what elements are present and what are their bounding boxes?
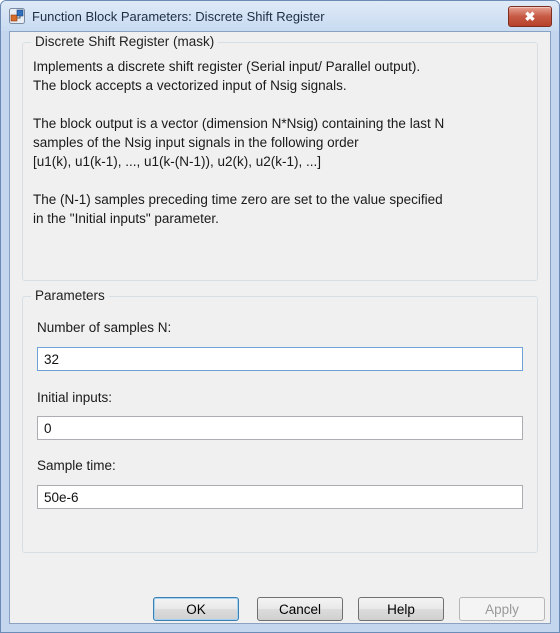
description-paragraph: The block output is a vector (dimension … xyxy=(33,116,445,169)
initial-inputs-label: Initial inputs: xyxy=(37,390,113,405)
window-title: Function Block Parameters: Discrete Shif… xyxy=(32,8,325,24)
description-paragraph: The (N-1) samples preceding time zero ar… xyxy=(33,192,443,226)
sample-time-label: Sample time: xyxy=(37,458,116,473)
description-paragraph: Implements a discrete shift register (Se… xyxy=(33,59,421,93)
dialog-window: Function Block Parameters: Discrete Shif… xyxy=(0,0,560,633)
title-bar[interactable]: Function Block Parameters: Discrete Shif… xyxy=(1,1,559,31)
close-button[interactable]: ✖ xyxy=(508,6,552,27)
samples-n-label: Number of samples N: xyxy=(37,320,172,335)
dialog-client: Discrete Shift Register (mask) Implement… xyxy=(9,31,551,624)
description-group-title: Discrete Shift Register (mask) xyxy=(31,34,219,49)
help-button[interactable]: Help xyxy=(358,597,444,621)
simulink-block-icon xyxy=(9,8,25,24)
ok-button[interactable]: OK xyxy=(153,597,239,621)
apply-button[interactable]: Apply xyxy=(459,597,545,621)
initial-inputs-input[interactable] xyxy=(37,416,523,440)
close-icon: ✖ xyxy=(524,8,536,24)
cancel-button[interactable]: Cancel xyxy=(257,597,343,621)
sample-time-input[interactable] xyxy=(37,485,523,509)
description-group: Discrete Shift Register (mask) Implement… xyxy=(22,34,538,281)
samples-n-input[interactable] xyxy=(37,347,523,371)
parameters-group: Parameters Number of samples N: Initial … xyxy=(22,288,538,553)
block-description: Implements a discrete shift register (Se… xyxy=(33,57,531,228)
parameters-group-title: Parameters xyxy=(31,288,109,303)
